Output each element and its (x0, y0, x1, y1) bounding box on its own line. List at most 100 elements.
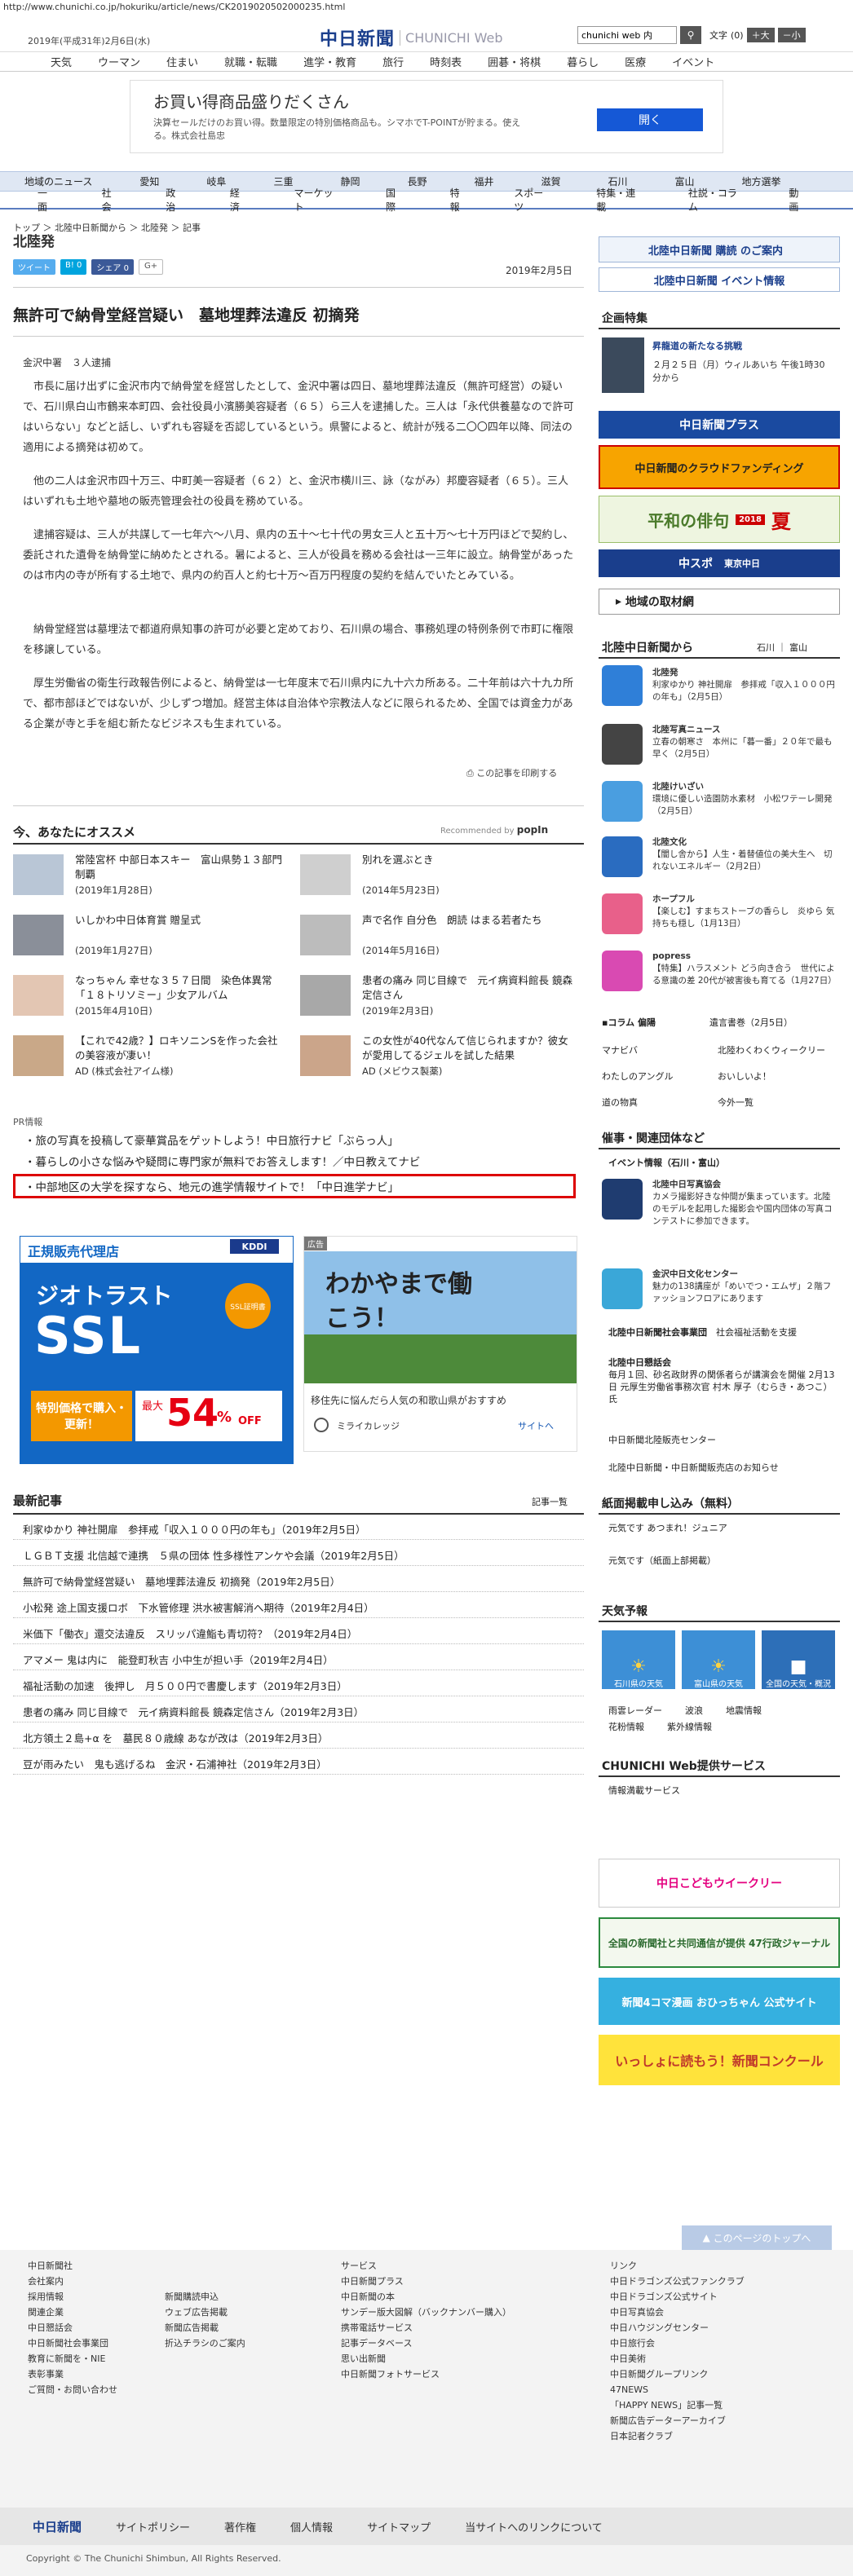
topnav-item[interactable]: 時刻表 (430, 54, 462, 69)
footer-nav-link[interactable]: 当サイトへのリンクについて (465, 2519, 603, 2534)
footer-link[interactable]: ウェブ広告掲載 (165, 2305, 245, 2320)
region-nav-item[interactable]: 静岡 (340, 174, 360, 188)
column-link[interactable]: ▪コラム 偏陽 (602, 1016, 656, 1029)
weather-link[interactable]: 雨雲レーダー (608, 1704, 662, 1717)
ssl-ad[interactable]: 正規販売代理店 KDDI ジオトラスト SSL SSL証明書 特別価格で購入・更… (20, 1236, 294, 1464)
recommend-item[interactable]: 常陸宮杯 中部日本スキー 富山県勢１３部門制覇 (2019年1月28日) (13, 853, 290, 896)
topnav-item[interactable]: 進学・教育 (303, 54, 356, 69)
recent-all-link[interactable]: 記事一覧 (532, 1495, 568, 1508)
newspaper-contest-banner[interactable]: いっしょに読もう！新聞コンクール (599, 2035, 840, 2085)
footer-link[interactable]: 「HAPPY NEWS」記事一覧 (610, 2397, 745, 2413)
chuspo-banner[interactable]: 中スポ 東京中日 (599, 549, 840, 577)
topnav-item[interactable]: イベント (672, 54, 714, 69)
side-article[interactable]: 北陸文化 【闇し舎から】人生・着替値位の美大生へ 切れないエネルギー（2月2日） (652, 836, 838, 873)
font-large-button[interactable]: ＋大 (746, 28, 775, 42)
sponsor-item[interactable]: 北陸中日懇話会 毎月１回、砂名政財界の関係者らが講演会を開催 2月13日 元厚生労… (608, 1356, 837, 1405)
footer-link[interactable]: 中日ドラゴンズ公式ファンクラブ (610, 2274, 745, 2289)
genre-nav-item[interactable]: 動画 (789, 186, 807, 214)
footer-link[interactable]: 中日新聞プラス (341, 2274, 511, 2289)
sponsor-item[interactable]: 金沢中日文化センター 魅力の138講座が「めいでつ・エムザ」２階ファッションフロア… (652, 1268, 838, 1305)
peace-haiku-banner[interactable]: 平和の俳句 2018 夏 (599, 496, 840, 543)
footer-link[interactable]: 中日新聞の本 (341, 2289, 511, 2305)
region-nav-item[interactable]: 愛知 (139, 174, 159, 188)
recommend-item[interactable]: なっちゃん 幸せな３５７日間 染色体異常「１８トリソミー」少女アルバム (201… (13, 973, 290, 1017)
search-input[interactable] (577, 26, 677, 44)
sponsor-item[interactable]: 北陸中日写真協会 カメラ撮影好きな仲間が集まっています。北陸のモデルを起用した撮影… (652, 1179, 838, 1228)
footer-link[interactable]: 表彰事業 (28, 2366, 117, 2382)
topnav-item[interactable]: 暮らし (567, 54, 599, 69)
topnav-item[interactable]: 囲碁・将棋 (488, 54, 541, 69)
sponsor-item[interactable]: 北陸中日新聞社会事業団 社会福祉活動を支援 (608, 1325, 837, 1339)
sponsor-link[interactable]: 中日新聞北陸販売センター (608, 1433, 716, 1446)
column-link[interactable]: わたしのアングル (602, 1070, 674, 1083)
column-link[interactable]: マナビバ (602, 1043, 638, 1056)
weather-toyama[interactable]: ☀ 富山県の天気 (682, 1630, 755, 1689)
recommend-item[interactable]: 別れを選ぶとき (2014年5月23日) (300, 853, 577, 896)
footer-link[interactable]: サンデー版大図解（バックナンバー購入） (341, 2305, 511, 2320)
page-top-button[interactable]: ▲ このページのトップへ (682, 2225, 832, 2250)
genre-nav-item[interactable]: 特報 (450, 186, 469, 214)
recent-item[interactable]: アマメー 鬼は内に 能登町秋吉 小中生が担い手（2019年2月4日） (23, 1652, 334, 1667)
event-banner[interactable]: 北陸中日新聞 イベント情報 (599, 267, 840, 292)
tweet-button[interactable]: ツイート (13, 259, 55, 275)
genre-nav-item[interactable]: 社説・コラム (688, 186, 744, 214)
recent-item[interactable]: 小松発 途上国支援ロボ 下水管修理 洪水被害解消へ期待（2019年2月4日） (23, 1599, 374, 1615)
weather-link[interactable]: 紫外線情報 (667, 1720, 712, 1733)
wakayama-ad-site-link[interactable]: サイトへ (518, 1419, 554, 1432)
topnav-item[interactable]: ウーマン (98, 54, 140, 69)
service-link[interactable]: 情報満載サービス (608, 1784, 680, 1797)
side-article[interactable]: popress 【特集】ハラスメント どう向き合う 世代による意識の差 20代が被… (652, 951, 838, 987)
recommend-item[interactable]: 【これで42歳？】ロキソニンSを作った会社の美容液が凄い！ AD (株式会社アイ… (13, 1034, 290, 1077)
column-link[interactable]: おいしいよ！ (718, 1070, 771, 1083)
side-article[interactable]: 北陸けいざい 環境に優しい造園防水素材 小松ワテーレ開発（2月5日） (652, 781, 838, 818)
footer-link[interactable]: 中日美術 (610, 2351, 745, 2366)
recent-item[interactable]: 利家ゆかり 神社開扉 参拝戒「収入１０００円の年も」（2019年2月5日） (23, 1521, 365, 1537)
local-coverage-link[interactable]: ▸ 地域の取材網 (599, 589, 840, 615)
footer-link[interactable]: 関連企業 (28, 2305, 117, 2320)
footer-link[interactable]: 日本記者クラブ (610, 2428, 745, 2444)
recent-item[interactable]: ＬＧＢＴ支援 北信越で連携 ５県の団体 性多様性アンケや会議（2019年2月5日… (23, 1547, 404, 1563)
region-nav-item[interactable]: 地域のニュース (24, 174, 92, 188)
topnav-item[interactable]: 住まい (166, 54, 198, 69)
recent-item[interactable]: 豆が雨みたい 鬼も逃げるね 金沢・石浦神社（2019年2月3日） (23, 1756, 327, 1771)
recent-item[interactable]: 福祉活動の加速 後押し 月５００円で書慶します（2019年2月3日） (23, 1678, 347, 1693)
column-link[interactable]: 遺言書巻（2月5日） (709, 1016, 793, 1029)
url-bar[interactable]: http://www.chunichi.co.jp/hokuriku/artic… (0, 0, 853, 15)
paper-link[interactable]: 元気です あつまれ！ジュニア (608, 1521, 727, 1534)
top-ad-open-button[interactable]: 開く (597, 108, 703, 131)
footer-link[interactable]: 中日写真協会 (610, 2305, 745, 2320)
side-article[interactable]: 北陸写真ニュース 立春の朝寒さ 本州に「暮一番」２０年で最も早く（2月5日） (652, 724, 838, 761)
topnav-item[interactable]: 旅行 (382, 54, 404, 69)
footer-link[interactable]: 中日新聞社会事業団 (28, 2336, 117, 2351)
region-nav-item[interactable]: 長野 (407, 174, 426, 188)
footer-link[interactable]: 会社案内 (28, 2274, 117, 2289)
pr-link[interactable]: ・中部地区の大学を探すなら、地元の進学情報サイトで！「中日進学ナビ」 (24, 1178, 399, 1194)
print-link[interactable]: ⎙ この記事を印刷する (466, 766, 557, 779)
footer-link[interactable]: 中日ハウジングセンター (610, 2320, 745, 2336)
chunichi-plus-banner[interactable]: 中日新聞プラス (599, 411, 840, 439)
footer-link[interactable]: ご質問・お問い合わせ (28, 2382, 117, 2397)
footer-nav-link[interactable]: 個人情報 (290, 2519, 333, 2534)
topnav-item[interactable]: 天気 (51, 54, 72, 69)
footer-link[interactable]: 中日ドラゴンズ公式サイト (610, 2289, 745, 2305)
side-article[interactable]: 北陸発 利家ゆかり 神社開扉 参拝戒「収入１０００円の年も」（2月5日） (652, 667, 838, 704)
footer-link[interactable]: 中日旅行会 (610, 2336, 745, 2351)
genre-nav-item[interactable]: 国際 (386, 186, 404, 214)
footer-link[interactable]: 思い出新聞 (341, 2351, 511, 2366)
font-small-button[interactable]: －小 (777, 28, 806, 42)
genre-nav-item[interactable]: スポーツ (514, 186, 550, 214)
footer-link[interactable]: 新聞広告掲載 (165, 2320, 245, 2336)
footer-nav-link[interactable]: サイトマップ (367, 2519, 431, 2534)
manga-banner[interactable]: 新聞4コマ漫画 おひっちゃん 公式サイト (599, 1978, 840, 2025)
weather-link[interactable]: 波浪 (685, 1704, 703, 1717)
footer-link[interactable]: 中日新聞フォトサービス (341, 2366, 511, 2382)
feature-title[interactable]: 昇龍道の新たなる挑戦 (652, 339, 742, 352)
side-article[interactable]: ホープフル 【楽しむ】すまちストーブの香らし 炎ゆら 気持ちも穏し（1月13日） (652, 893, 838, 930)
genre-nav-item[interactable]: マーケット (294, 186, 341, 214)
sponsor-event-link[interactable]: イベント情報（石川・富山） (608, 1156, 725, 1169)
gyosei-journal-banner[interactable]: 全国の新聞社と共同通信が提供 47行政ジャーナル (599, 1917, 840, 1968)
pr-link[interactable]: ・旅の写真を投稿して豪華賞品をゲットしよう！中日旅行ナビ「ぶらっ人」 (24, 1131, 399, 1148)
footer-link[interactable]: 記事データベース (341, 2336, 511, 2351)
genre-nav-item[interactable]: 社会 (102, 186, 121, 214)
kodomo-weekly-banner[interactable]: 中日こどもウイークリー (599, 1859, 840, 1908)
